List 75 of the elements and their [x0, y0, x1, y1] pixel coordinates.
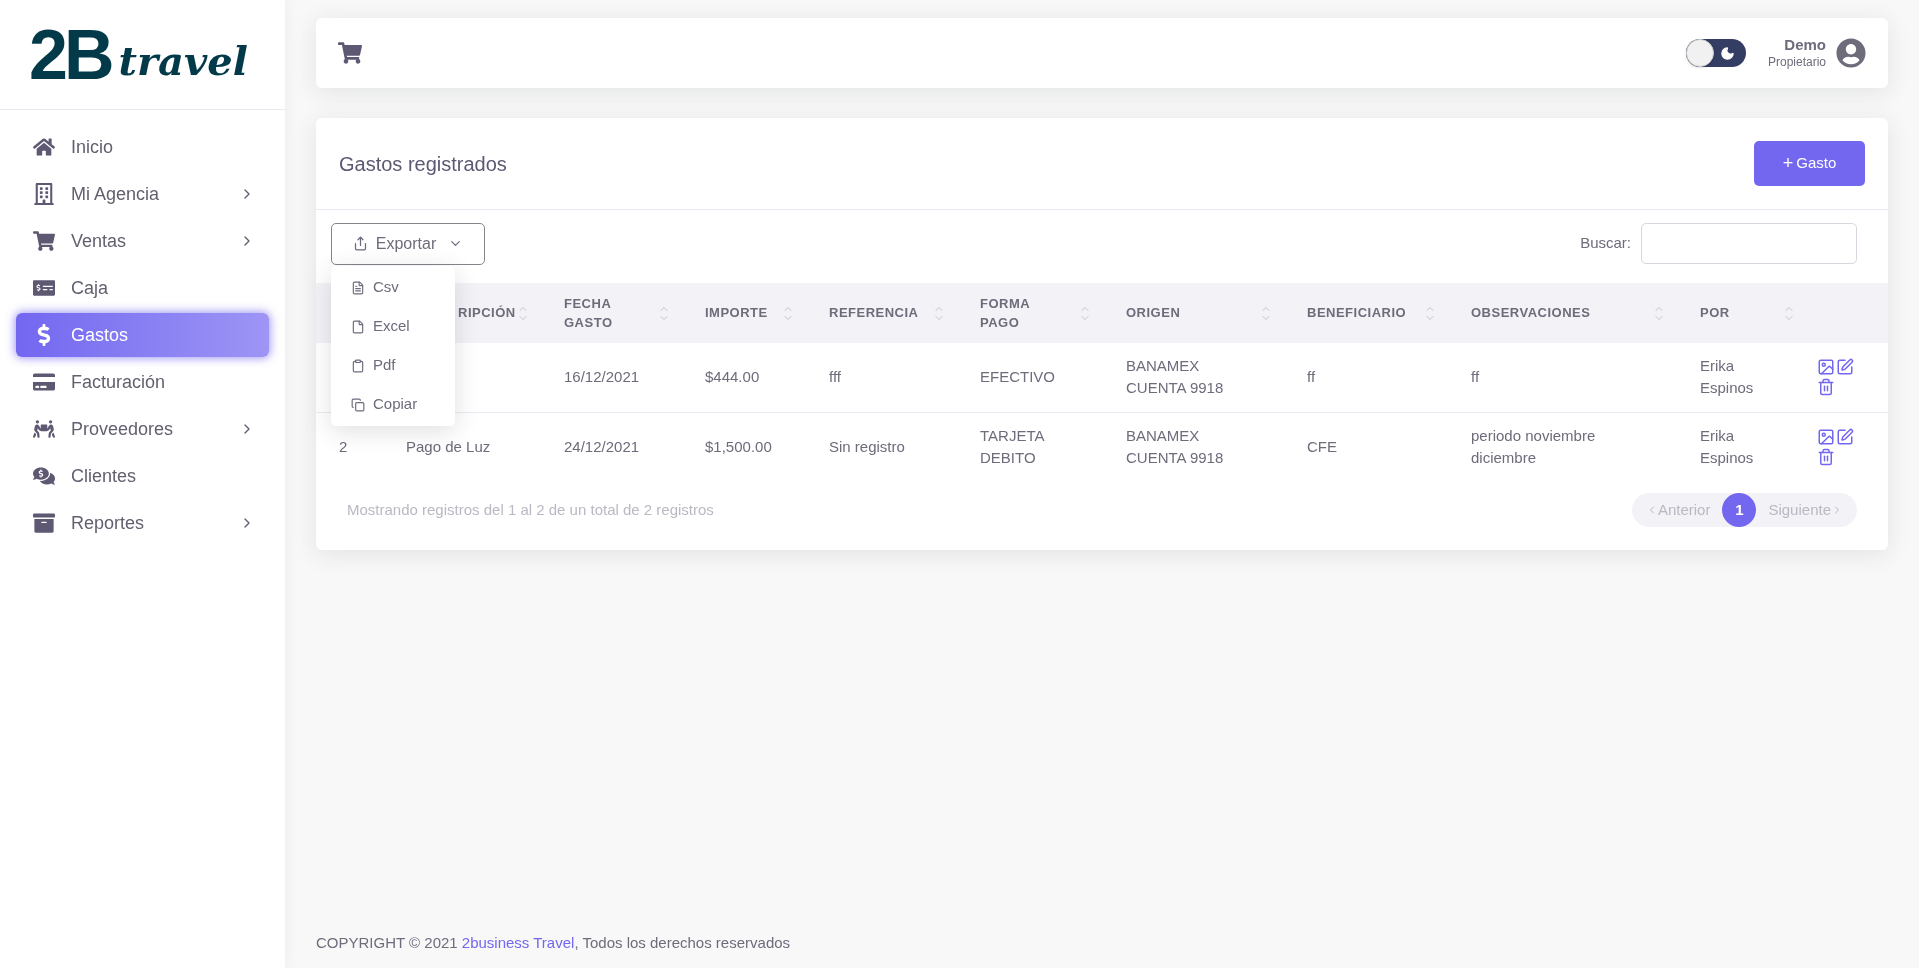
- avatar-icon[interactable]: [1836, 38, 1866, 68]
- table-cell-text: BANAMEX CUENTA 9918: [1126, 356, 1225, 399]
- footer-link[interactable]: 2business Travel: [461, 933, 575, 951]
- image-icon[interactable]: [1817, 358, 1835, 377]
- copy-icon: [351, 397, 365, 412]
- table-cell-text: Erika Espinos: [1700, 425, 1755, 468]
- moon-icon: [1719, 45, 1735, 61]
- column-header[interactable]: ORIGEN: [1103, 283, 1284, 343]
- table-cell-text: $1,500.00: [705, 436, 773, 457]
- table-cell-text: 16/12/2021: [564, 367, 641, 388]
- table-cell-text: Pago de Luz: [406, 436, 492, 457]
- credit-card-icon: [32, 371, 56, 393]
- column-header[interactable]: FORMA PAGO: [957, 283, 1103, 343]
- sidebar-item[interactable]: Proveedores: [16, 407, 269, 451]
- people-carrying-icon: [32, 418, 56, 440]
- user-name: Demo: [1784, 36, 1826, 55]
- file-text-icon: [351, 280, 365, 295]
- search-label: Buscar:: [1580, 233, 1631, 254]
- sidebar-item[interactable]: Gastos: [16, 313, 269, 357]
- delete-icon[interactable]: [1817, 447, 1835, 466]
- column-header[interactable]: BENEFICIARIO: [1284, 283, 1448, 343]
- footer-text: COPYRIGHT © 2021 2business Travel, Todos los derechos reservados: [316, 932, 792, 953]
- sidebar-item[interactable]: Clientes: [16, 454, 269, 498]
- sidebar-item[interactable]: Inicio: [16, 125, 269, 169]
- edit-icon[interactable]: [1836, 427, 1854, 446]
- theme-toggle[interactable]: [1685, 39, 1746, 67]
- home-icon: [32, 136, 56, 158]
- cash-icon: [32, 277, 56, 299]
- table-cell-text: fff: [829, 367, 842, 388]
- logo-mark: 2B: [29, 19, 111, 90]
- table-cell-text: BANAMEX CUENTA 9918: [1126, 425, 1225, 468]
- menu-item[interactable]: Excel: [331, 307, 455, 346]
- table-cell-text: 2: [339, 436, 349, 457]
- sidebar-item[interactable]: Ventas: [16, 219, 269, 263]
- column-header[interactable]: REFERENCIA: [806, 283, 957, 343]
- building-icon: [32, 183, 56, 205]
- column-header[interactable]: FECHA GASTO: [541, 283, 682, 343]
- clipboard-icon: [351, 358, 365, 373]
- column-header[interactable]: POR: [1677, 283, 1807, 343]
- add-expense-button[interactable]: + Gasto: [1754, 141, 1865, 186]
- table-info: Mostrando registros del 1 al 2 de un total de 2 registros: [347, 499, 714, 520]
- export-button[interactable]: Exportar: [331, 222, 485, 265]
- table-cell-text: ff: [1307, 367, 1317, 388]
- column-header[interactable]: IMPORTE: [682, 283, 806, 343]
- table-cell-text: Sin registro: [829, 436, 906, 457]
- delete-icon[interactable]: [1817, 378, 1835, 397]
- edit-icon[interactable]: [1836, 358, 1854, 377]
- table-cell-text: EFECTIVO: [980, 367, 1056, 388]
- table-cell-text: TARJETA DEBITO: [980, 425, 1046, 468]
- archive-icon: [32, 512, 56, 534]
- table-cell-text: periodo noviembre diciembre: [1471, 425, 1597, 468]
- menu-item[interactable]: Copiar: [331, 385, 455, 424]
- table-cell-text: $444.00: [705, 367, 761, 388]
- sidebar-item[interactable]: Reportes: [16, 501, 269, 545]
- sidebar-item[interactable]: Mi Agencia: [16, 172, 269, 216]
- file-icon: [351, 319, 365, 334]
- cart-icon: [32, 230, 56, 252]
- table-cell-text: ff: [1471, 367, 1481, 388]
- chat-dollar-icon: [32, 465, 56, 487]
- column-header[interactable]: OBSERVACIONES: [1448, 283, 1677, 343]
- table-cell-text: CFE: [1307, 436, 1338, 457]
- image-icon[interactable]: [1817, 427, 1835, 446]
- search-field[interactable]: [1641, 223, 1857, 264]
- user-role: Propietario: [1767, 54, 1826, 70]
- sidebar-item[interactable]: Facturación: [16, 360, 269, 404]
- card-title: Gastos registrados: [339, 151, 507, 177]
- menu-item[interactable]: Pdf: [331, 346, 455, 385]
- page-button[interactable]: 1: [1722, 493, 1757, 527]
- table-cell-text: 24/12/2021: [564, 436, 641, 457]
- cart-icon[interactable]: [338, 41, 362, 65]
- sidebar-item[interactable]: Caja: [16, 266, 269, 310]
- logo-word: travel: [118, 40, 248, 81]
- menu-item[interactable]: Csv: [331, 268, 455, 307]
- table-cell-text: Erika Espinos: [1700, 356, 1755, 399]
- export-icon: [352, 236, 368, 251]
